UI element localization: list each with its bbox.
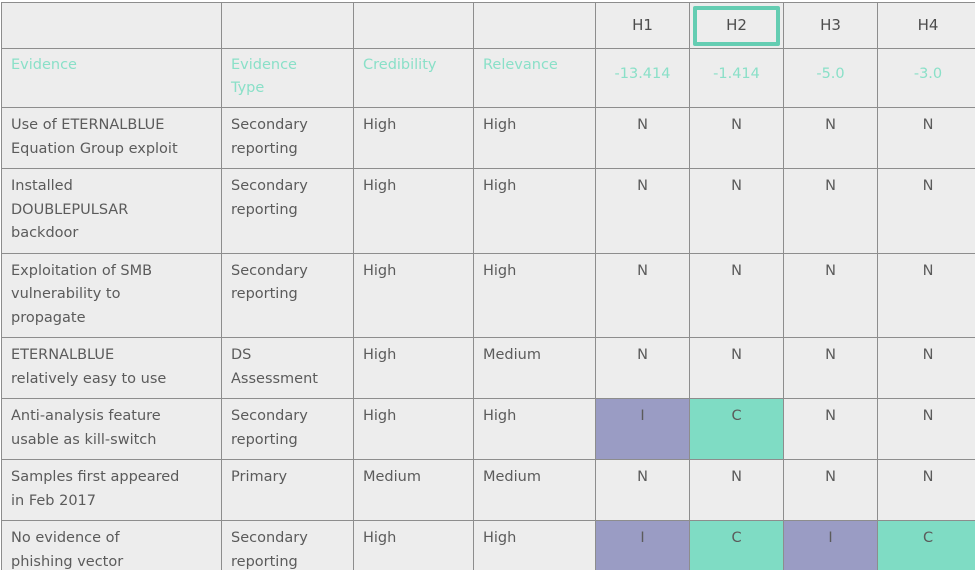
- hypothesis-header-h2[interactable]: H2: [689, 2, 784, 49]
- blank-header-cell-1: [221, 2, 354, 49]
- evidence-type-cell[interactable]: Secondary reporting: [221, 398, 354, 461]
- ach-matrix-table: H1 H2 H3 H4 Evidence Evidence Type Credibility…: [1, 2, 975, 570]
- rating-cell-h4[interactable]: N: [877, 398, 975, 461]
- rating-cell-h2[interactable]: C: [689, 398, 784, 461]
- rating-cell-h1[interactable]: I: [595, 398, 690, 461]
- table-row: Samples first appeared in Feb 2017 Primar…: [1, 459, 975, 522]
- credibility-cell[interactable]: High: [353, 107, 474, 170]
- rating-cell-h1[interactable]: I: [595, 520, 690, 570]
- rating-cell-h3[interactable]: I: [783, 520, 878, 570]
- rating-cell-h4[interactable]: N: [877, 337, 975, 400]
- relevance-cell[interactable]: High: [473, 398, 596, 461]
- evidence-type-cell[interactable]: Primary: [221, 459, 354, 522]
- evidence-type-cell[interactable]: Secondary reporting: [221, 520, 354, 570]
- relevance-cell[interactable]: High: [473, 168, 596, 254]
- relevance-cell[interactable]: Medium: [473, 459, 596, 522]
- rating-cell-h2[interactable]: N: [689, 459, 784, 522]
- column-title-row: Evidence Evidence Type Credibility Relevanc…: [1, 47, 975, 109]
- hypothesis-score-h3: -5.0: [783, 47, 878, 109]
- table-row: Exploitation of SMB vulnerability to pro…: [1, 252, 975, 339]
- rating-cell-h1[interactable]: N: [595, 168, 690, 254]
- rating-cell-h3[interactable]: N: [783, 168, 878, 254]
- credibility-cell[interactable]: High: [353, 520, 474, 570]
- column-title-credibility[interactable]: Credibility: [353, 47, 474, 109]
- blank-header-cell-3: [473, 2, 596, 49]
- evidence-cell[interactable]: ETERNALBLUE relatively easy to use: [1, 337, 222, 400]
- rating-cell-h4[interactable]: N: [877, 168, 975, 254]
- credibility-cell[interactable]: High: [353, 398, 474, 461]
- evidence-cell[interactable]: Exploitation of SMB vulnerability to pro…: [1, 252, 222, 339]
- rating-cell-h3[interactable]: N: [783, 107, 878, 170]
- rating-cell-h2[interactable]: N: [689, 168, 784, 254]
- relevance-cell[interactable]: High: [473, 252, 596, 339]
- rating-cell-h2[interactable]: N: [689, 107, 784, 170]
- evidence-cell[interactable]: Samples first appeared in Feb 2017: [1, 459, 222, 522]
- rating-cell-h4[interactable]: N: [877, 252, 975, 339]
- hypothesis-header-h4[interactable]: H4: [877, 2, 975, 49]
- evidence-cell[interactable]: Anti-analysis feature usable as kill-swi…: [1, 398, 222, 461]
- evidence-type-cell[interactable]: Secondary reporting: [221, 107, 354, 170]
- table-row: ETERNALBLUE relatively easy to use DS Ass…: [1, 337, 975, 400]
- evidence-cell[interactable]: Use of ETERNALBLUE Equation Group exploi…: [1, 107, 222, 170]
- column-title-evidence-type[interactable]: Evidence Type: [221, 47, 354, 109]
- table-row: Use of ETERNALBLUE Equation Group exploi…: [1, 107, 975, 170]
- rating-cell-h3[interactable]: N: [783, 459, 878, 522]
- credibility-cell[interactable]: High: [353, 252, 474, 339]
- hypothesis-header-h3[interactable]: H3: [783, 2, 878, 49]
- rating-cell-h4[interactable]: N: [877, 107, 975, 170]
- evidence-cell[interactable]: No evidence of phishing vector (untarget…: [1, 520, 222, 570]
- hypothesis-header-h1[interactable]: H1: [595, 2, 690, 49]
- rating-cell-h1[interactable]: N: [595, 107, 690, 170]
- rating-cell-h2[interactable]: C: [689, 520, 784, 570]
- hypothesis-score-h1: -13.414: [595, 47, 690, 109]
- rating-cell-h2[interactable]: N: [689, 337, 784, 400]
- hypothesis-score-h2: -1.414: [689, 47, 784, 109]
- rating-cell-h1[interactable]: N: [595, 252, 690, 339]
- hypothesis-label: H4: [917, 16, 939, 35]
- relevance-cell[interactable]: High: [473, 520, 596, 570]
- blank-header-cell-0: [1, 2, 222, 49]
- column-title-relevance[interactable]: Relevance: [473, 47, 596, 109]
- blank-header-cell-2: [353, 2, 474, 49]
- rating-cell-h4[interactable]: C: [877, 520, 975, 570]
- table-row: No evidence of phishing vector (untarget…: [1, 520, 975, 570]
- evidence-cell[interactable]: Installed DOUBLEPULSAR backdoor: [1, 168, 222, 254]
- rating-cell-h1[interactable]: N: [595, 337, 690, 400]
- evidence-type-cell[interactable]: DS Assessment: [221, 337, 354, 400]
- rating-cell-h4[interactable]: N: [877, 459, 975, 522]
- evidence-type-cell[interactable]: Secondary reporting: [221, 252, 354, 339]
- rating-cell-h2[interactable]: N: [689, 252, 784, 339]
- rating-cell-h3[interactable]: N: [783, 337, 878, 400]
- evidence-type-cell[interactable]: Secondary reporting: [221, 168, 354, 254]
- hypothesis-label: H1: [632, 16, 653, 35]
- table-row: Anti-analysis feature usable as kill-swi…: [1, 398, 975, 461]
- credibility-cell[interactable]: Medium: [353, 459, 474, 522]
- table-row: Installed DOUBLEPULSAR backdoor Secondary…: [1, 168, 975, 254]
- rating-cell-h3[interactable]: N: [783, 252, 878, 339]
- hypothesis-score-h4: -3.0: [877, 47, 975, 109]
- relevance-cell[interactable]: Medium: [473, 337, 596, 400]
- hypothesis-label: H3: [820, 16, 841, 35]
- relevance-cell[interactable]: High: [473, 107, 596, 170]
- ach-matrix-container: H1 H2 H3 H4 Evidence Evidence Type Credibility…: [0, 0, 975, 570]
- credibility-cell[interactable]: High: [353, 168, 474, 254]
- rating-cell-h1[interactable]: N: [595, 459, 690, 522]
- credibility-cell[interactable]: High: [353, 337, 474, 400]
- rating-cell-h3[interactable]: N: [783, 398, 878, 461]
- hypothesis-header-row: H1 H2 H3 H4: [1, 2, 975, 49]
- column-title-evidence[interactable]: Evidence: [1, 47, 222, 109]
- hypothesis-label: H2: [726, 16, 747, 35]
